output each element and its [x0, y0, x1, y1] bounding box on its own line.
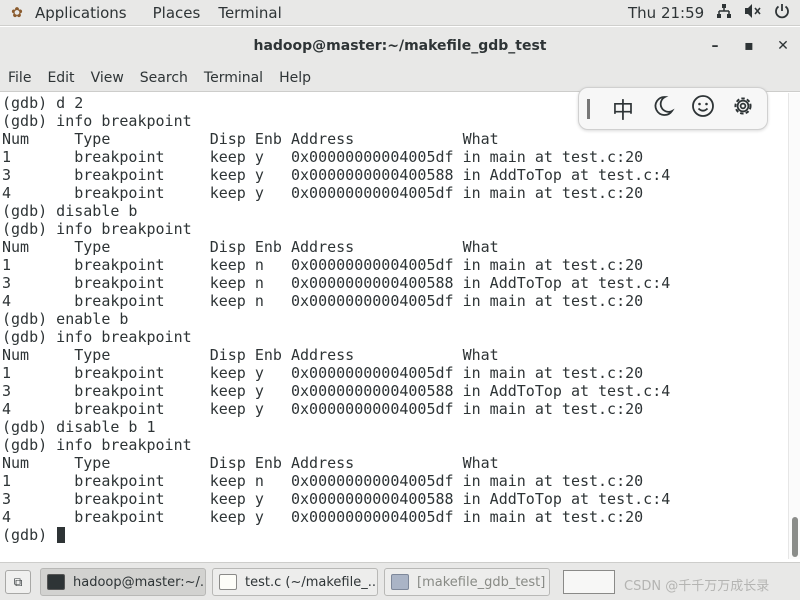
terminal-line: 4 breakpoint keep y 0x00000000004005df i… — [2, 508, 644, 526]
terminal-area[interactable]: (gdb) d 2 (gdb) info breakpoint Num Type D… — [0, 93, 788, 559]
system-tray[interactable] — [716, 3, 790, 19]
volume-icon — [745, 4, 761, 18]
taskbar-item-text-editor[interactable]: test.c (~/makefile_... — [212, 568, 378, 596]
taskbar-item-terminal[interactable]: hadoop@master:~/... — [40, 568, 206, 596]
workspace-switcher[interactable] — [563, 570, 615, 594]
scrollbar-thumb[interactable] — [792, 517, 798, 557]
terminal-line: 1 breakpoint keep n 0x00000000004005df i… — [2, 256, 644, 274]
menu-terminal[interactable]: Terminal — [204, 70, 263, 86]
terminal-line: 3 breakpoint keep y 0x0000000000400588 i… — [2, 490, 671, 508]
terminal-line: 4 breakpoint keep y 0x00000000004005df i… — [2, 184, 644, 202]
terminal-scrollbar[interactable] — [788, 93, 800, 559]
taskbar-item-file-manager[interactable]: [makefile_gdb_test] — [384, 568, 550, 596]
ime-chinese-mode-toggle[interactable]: 中 — [603, 93, 643, 125]
minimize-button[interactable]: – — [698, 38, 732, 54]
power-icon — [775, 4, 789, 19]
terminal-line: Num Type Disp Enb Address What — [2, 238, 499, 256]
menu-edit[interactable]: Edit — [47, 70, 74, 86]
terminal-prompt: (gdb) — [2, 526, 57, 544]
terminal-line: 1 breakpoint keep y 0x00000000004005df i… — [2, 364, 644, 382]
show-desktop-button[interactable]: ⧉ — [5, 570, 31, 594]
terminal-line: Num Type Disp Enb Address What — [2, 454, 499, 472]
clock[interactable]: Thu 21:59 — [628, 4, 704, 22]
applications-menu[interactable]: ✿ Applications — [0, 4, 141, 22]
watermark-text: CSDN @千千万万成长录 — [624, 579, 770, 594]
terminal-line: (gdb) enable b — [2, 310, 129, 328]
text-cursor — [57, 527, 66, 543]
top-bar: ✿ Applications Places Terminal Thu 21:59 — [0, 0, 800, 26]
terminal-line: 3 breakpoint keep y 0x0000000000400588 i… — [2, 166, 671, 184]
menu-file[interactable]: File — [8, 70, 31, 86]
file-manager-icon — [391, 574, 409, 590]
places-menu[interactable]: Places — [149, 4, 215, 22]
terminal-line: Num Type Disp Enb Address What — [2, 130, 499, 148]
taskbar: ⧉ hadoop@master:~/... test.c (~/makefile… — [0, 562, 800, 600]
terminal-line: 4 breakpoint keep y 0x00000000004005df i… — [2, 400, 644, 418]
terminal-line: 4 breakpoint keep n 0x00000000004005df i… — [2, 292, 644, 310]
ime-toolbar: 中 — [578, 87, 768, 130]
taskbar-item-label: [makefile_gdb_test] — [417, 574, 546, 590]
menu-search[interactable]: Search — [140, 70, 188, 86]
emoji-icon[interactable] — [683, 94, 723, 124]
terminal-line: (gdb) info breakpoint — [2, 436, 192, 454]
terminal-app-menu[interactable]: Terminal — [214, 4, 295, 22]
ime-drag-handle[interactable] — [587, 98, 590, 119]
terminal-line: 3 breakpoint keep n 0x0000000000400588 i… — [2, 274, 671, 292]
terminal-output: (gdb) d 2 (gdb) info breakpoint Num Type D… — [0, 93, 788, 544]
terminal-line: 3 breakpoint keep y 0x0000000000400588 i… — [2, 382, 671, 400]
terminal-line: (gdb) info breakpoint — [2, 328, 192, 346]
moon-icon[interactable] — [643, 94, 683, 124]
menu-view[interactable]: View — [91, 70, 124, 86]
terminal-icon — [47, 574, 65, 590]
terminal-line: (gdb) disable b 1 — [2, 418, 156, 436]
close-button[interactable]: ✕ — [766, 38, 800, 54]
terminal-line: (gdb) disable b — [2, 202, 138, 220]
menu-help[interactable]: Help — [279, 70, 311, 86]
applications-menu-label: Applications — [35, 3, 127, 22]
taskbar-item-label: hadoop@master:~/... — [73, 574, 206, 590]
terminal-line: 1 breakpoint keep n 0x00000000004005df i… — [2, 472, 644, 490]
terminal-prompt-line[interactable]: (gdb) — [2, 526, 788, 544]
settings-icon[interactable] — [723, 93, 763, 125]
terminal-line: 1 breakpoint keep y 0x00000000004005df i… — [2, 148, 644, 166]
terminal-line: Num Type Disp Enb Address What — [2, 346, 499, 364]
maximize-button[interactable]: ▪ — [732, 38, 766, 54]
network-icon — [717, 4, 731, 18]
applications-icon: ✿ — [11, 4, 23, 21]
taskbar-item-label: test.c (~/makefile_... — [245, 574, 378, 590]
terminal-line: (gdb) info breakpoint — [2, 220, 192, 238]
text-editor-icon — [219, 574, 237, 590]
window-title-bar[interactable]: hadoop@master:~/makefile_gdb_test – ▪ ✕ — [0, 27, 800, 65]
window-title: hadoop@master:~/makefile_gdb_test — [253, 38, 547, 54]
